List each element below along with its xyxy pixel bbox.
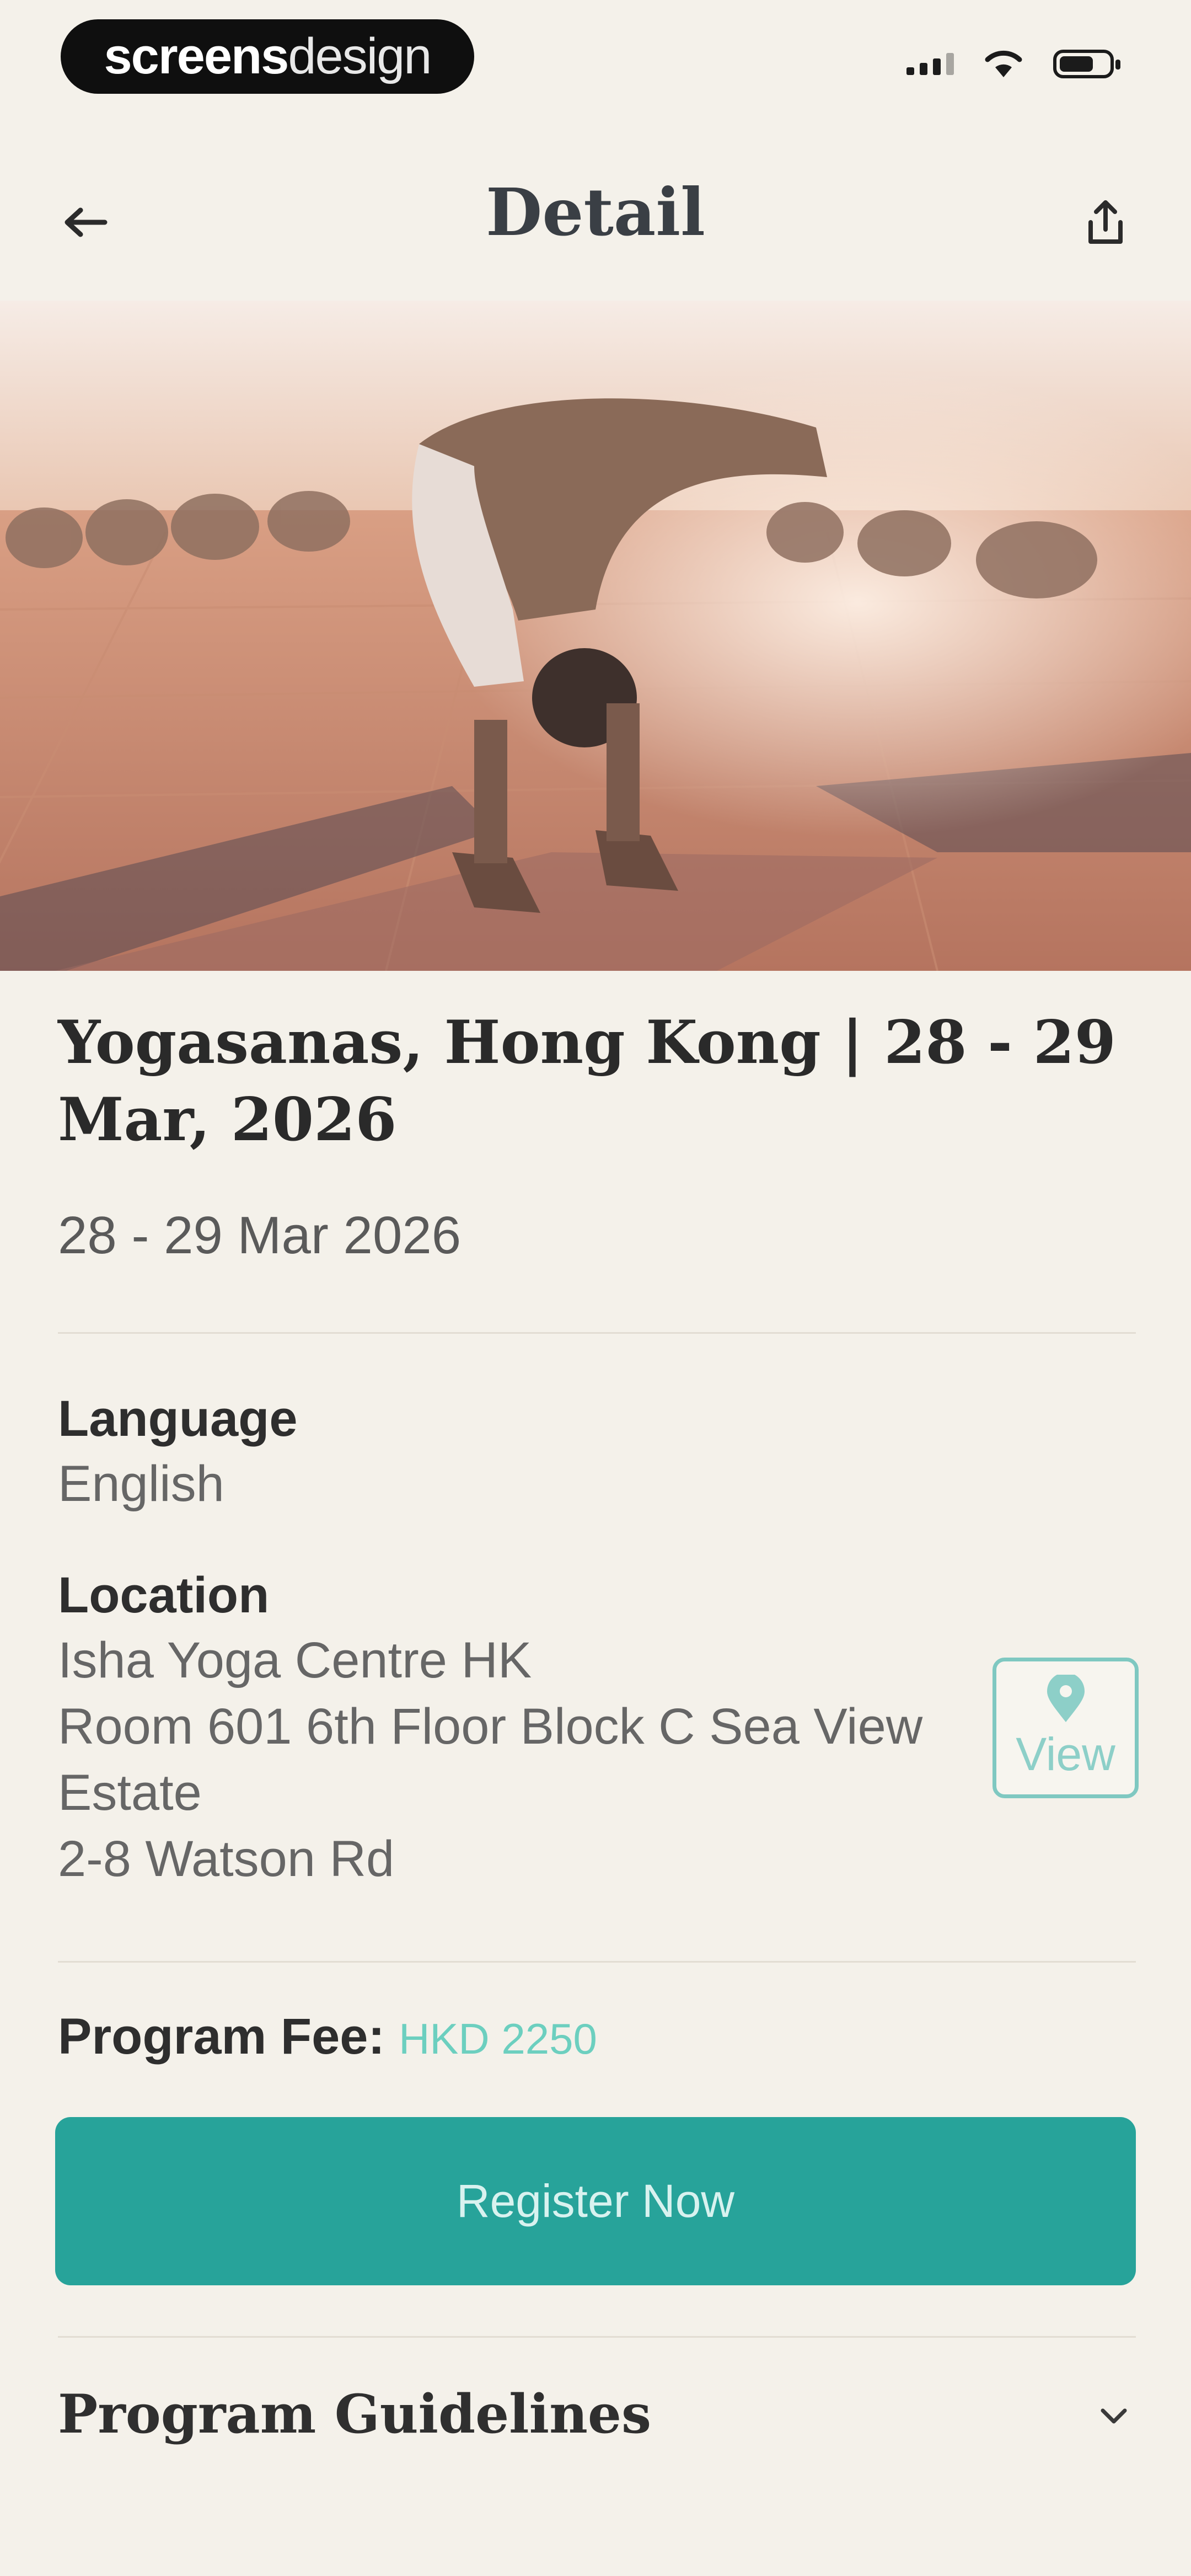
status-bar: screens design [0,0,1191,110]
divider [58,1961,1136,1963]
wifi-icon [985,50,1022,77]
location-line: Isha Yoga Centre HK [58,1632,532,1688]
language-label: Language [58,1391,298,1447]
status-icons [906,50,1120,78]
location-address: Isha Yoga Centre HK Room 601 6th Floor B… [58,1627,995,1892]
event-title: Yogasanas, Hong Kong | 28 - 29 Mar, 2026 [58,1008,1116,1155]
event-date: 28 - 29 Mar 2026 [58,1206,462,1265]
program-guidelines-toggle[interactable]: Program Guidelines [58,2383,1136,2460]
divider [58,1332,1136,1334]
share-button[interactable] [1053,170,1158,275]
page-title: Detail [485,174,706,250]
brand-logo: screens design [61,19,474,94]
signal-icon [906,53,954,75]
share-icon [1088,200,1123,244]
fee-label: Program Fee: [58,2008,385,2065]
location-line: Room 601 6th Floor Block C Sea View [58,1698,923,1755]
register-button[interactable]: Register Now [55,2117,1136,2285]
map-pin-icon [1047,1675,1085,1722]
header: Detail [0,143,1191,287]
guidelines-title: Program Guidelines [58,2383,652,2445]
location-line: 2-8 Watson Rd [58,1831,395,1887]
brand-logo-light: design [288,28,432,84]
battery-icon [1053,50,1120,78]
view-map-button[interactable]: View [993,1658,1139,1798]
brand-logo-bold: screens [104,28,289,84]
chevron-down-icon [1101,2408,1127,2424]
hero-image [0,301,1191,971]
location-label: Location [58,1567,270,1623]
language-value: English [58,1456,224,1512]
view-label: View [1016,1728,1115,1780]
fee-value: HKD 2250 [399,2014,597,2063]
divider [58,2336,1136,2338]
program-fee: Program Fee: HKD 2250 [58,2008,597,2066]
location-line: Estate [58,1765,202,1821]
